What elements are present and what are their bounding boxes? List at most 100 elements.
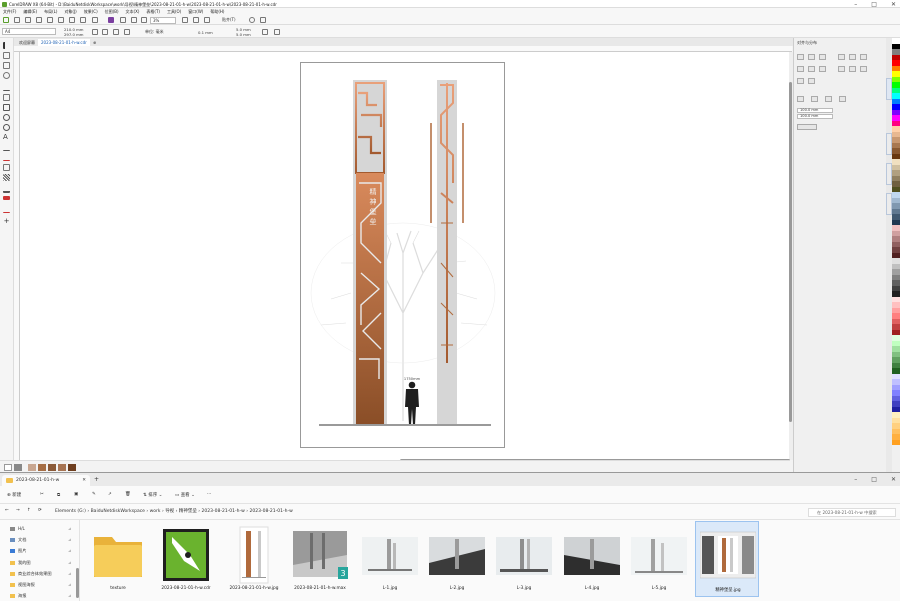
new-tab-icon[interactable]: ⊕: [90, 39, 99, 46]
maximize-icon[interactable]: □: [871, 1, 877, 8]
minimize-icon[interactable]: –: [854, 1, 857, 8]
explorer-tab[interactable]: 2023-08-21-01-h-w ✕: [2, 475, 90, 486]
align-left-icon[interactable]: [797, 54, 804, 60]
nav-item[interactable]: H/L: [10, 526, 25, 531]
new-document-icon[interactable]: [3, 17, 9, 23]
align-center-icon[interactable]: [808, 54, 815, 60]
more-options-button[interactable]: ···: [207, 492, 211, 497]
forward-arrow-icon[interactable]: →: [16, 508, 20, 513]
back-arrow-icon[interactable]: ←: [5, 508, 9, 513]
new-tab-plus-icon[interactable]: +: [94, 476, 99, 483]
nav-item[interactable]: 文档: [10, 537, 26, 543]
crumb-drive[interactable]: Elements (G:): [55, 509, 86, 514]
artistic-media-icon[interactable]: [3, 94, 10, 101]
explorer-minimize-icon[interactable]: –: [854, 476, 857, 483]
view-button[interactable]: ▭ 查看 ⌄: [175, 492, 195, 498]
print-icon[interactable]: [36, 17, 42, 23]
undo-icon[interactable]: [80, 17, 86, 23]
page-options-icon[interactable]: [274, 29, 280, 35]
zoom-level-field[interactable]: 3%: [150, 16, 176, 24]
page-height-field[interactable]: 297.0 mm: [64, 32, 83, 37]
pin-icon[interactable]: ⊿: [68, 526, 71, 531]
units-dropdown[interactable]: 单位: 毫米: [145, 29, 164, 35]
pick-tool-icon[interactable]: [3, 42, 10, 49]
align-top-icon[interactable]: [838, 54, 845, 60]
cut-icon[interactable]: ✂: [40, 492, 44, 497]
swatch-none[interactable]: [4, 464, 12, 471]
all-pages-icon[interactable]: [113, 29, 119, 35]
palette-swatch[interactable]: [892, 439, 900, 445]
swatch-dark-brown[interactable]: [68, 464, 76, 471]
new-button[interactable]: ⊕ 新建: [7, 492, 21, 498]
polygon-tool-icon[interactable]: [3, 124, 10, 131]
save-icon[interactable]: [25, 17, 31, 23]
menu-edit[interactable]: 编辑(E): [23, 9, 37, 15]
corel-connect-icon[interactable]: [108, 17, 114, 23]
paste-icon[interactable]: ▣: [74, 492, 78, 497]
text-tool-icon[interactable]: A: [3, 134, 10, 141]
pin-icon[interactable]: ⊿: [68, 537, 71, 542]
grid-icon[interactable]: [204, 17, 210, 23]
align-bottom-icon[interactable]: [860, 54, 867, 60]
parallel-dimension-icon[interactable]: [3, 144, 10, 151]
swatch-grey[interactable]: [14, 464, 22, 471]
page-center-icon[interactable]: [825, 96, 832, 102]
crumb-current[interactable]: 2023-08-21-01-h-w: [250, 509, 293, 514]
swatch-copper[interactable]: [38, 464, 46, 471]
full-screen-icon[interactable]: [182, 17, 188, 23]
close-tab-icon[interactable]: ✕: [82, 475, 86, 486]
align-middle-icon[interactable]: [849, 54, 856, 60]
nav-item[interactable]: 商业综合体效果图: [10, 571, 52, 577]
publish-pdf-icon[interactable]: [141, 17, 147, 23]
menu-tools[interactable]: 工具(O): [167, 9, 181, 15]
menu-layout[interactable]: 布局(L): [44, 9, 57, 15]
swatch-bronze[interactable]: [58, 464, 66, 471]
menu-bitmaps[interactable]: 位图(B): [105, 9, 119, 15]
color-palette[interactable]: [892, 38, 900, 472]
menu-window[interactable]: 窗口(W): [188, 9, 203, 15]
distribute-right-icon[interactable]: [819, 66, 826, 72]
design-artwork[interactable]: 精神堡垒 1750mm: [301, 63, 506, 449]
landscape-icon[interactable]: [102, 29, 108, 35]
refresh-icon[interactable]: ⟳: [38, 508, 42, 513]
align-right-icon[interactable]: [819, 54, 826, 60]
distribute-middle-icon[interactable]: [849, 66, 856, 72]
redo-icon[interactable]: [92, 17, 98, 23]
pin-icon[interactable]: ⊿: [68, 560, 71, 565]
current-page-icon[interactable]: [124, 29, 130, 35]
pin-icon[interactable]: ⊿: [68, 571, 71, 576]
rulers-icon[interactable]: [193, 17, 199, 23]
crumb-signage[interactable]: 导视: [165, 509, 174, 514]
smart-fill-icon[interactable]: [3, 206, 10, 213]
file-item[interactable]: L-3.jpg: [492, 521, 556, 597]
nav-item[interactable]: 视图海报: [10, 582, 35, 588]
snap-to-dropdown[interactable]: 贴齐(T): [222, 17, 244, 24]
menu-effects[interactable]: 效果(C): [84, 9, 98, 15]
distribute-bottom-icon[interactable]: [860, 66, 867, 72]
search-input[interactable]: 在 2023-08-21-01-h-w 中搜索: [808, 508, 896, 517]
grid-align-icon[interactable]: [839, 96, 846, 102]
nudge-distance-field[interactable]: 0.1 mm: [198, 30, 213, 35]
file-item[interactable]: 2023-08-21-01-h-w.jpg: [222, 521, 286, 597]
distribute-left-icon[interactable]: [797, 66, 804, 72]
copy-icon[interactable]: ⧉: [57, 492, 60, 498]
menu-help[interactable]: 帮助(H): [210, 9, 224, 15]
file-item-selected[interactable]: 精神堡垒.jpg: [695, 521, 759, 597]
duplicate-y-field[interactable]: 5.0 mm: [236, 32, 251, 37]
file-item[interactable]: L-5.jpg: [627, 521, 691, 597]
cut-icon[interactable]: [47, 17, 53, 23]
file-item[interactable]: 2023-08-21-01-h-w.cdr: [154, 521, 218, 597]
tab-welcome[interactable]: 欢迎屏幕: [16, 39, 38, 46]
up-arrow-icon[interactable]: ↑: [27, 508, 31, 513]
share-icon[interactable]: ↗: [108, 492, 112, 497]
interactive-fill-icon[interactable]: [3, 196, 10, 200]
menu-object[interactable]: 对象(J): [64, 9, 76, 15]
copy-icon[interactable]: [58, 17, 64, 23]
docker-height-field[interactable]: 100.0 mm: [797, 114, 833, 119]
spacing-h-icon[interactable]: [797, 78, 804, 84]
file-item[interactable]: 3 2023-08-21-01-h-w.max: [288, 521, 352, 597]
launch-icon[interactable]: [260, 17, 266, 23]
spacing-v-icon[interactable]: [808, 78, 815, 84]
freehand-tool-icon[interactable]: [3, 84, 10, 91]
pin-icon[interactable]: ⊿: [68, 582, 71, 587]
